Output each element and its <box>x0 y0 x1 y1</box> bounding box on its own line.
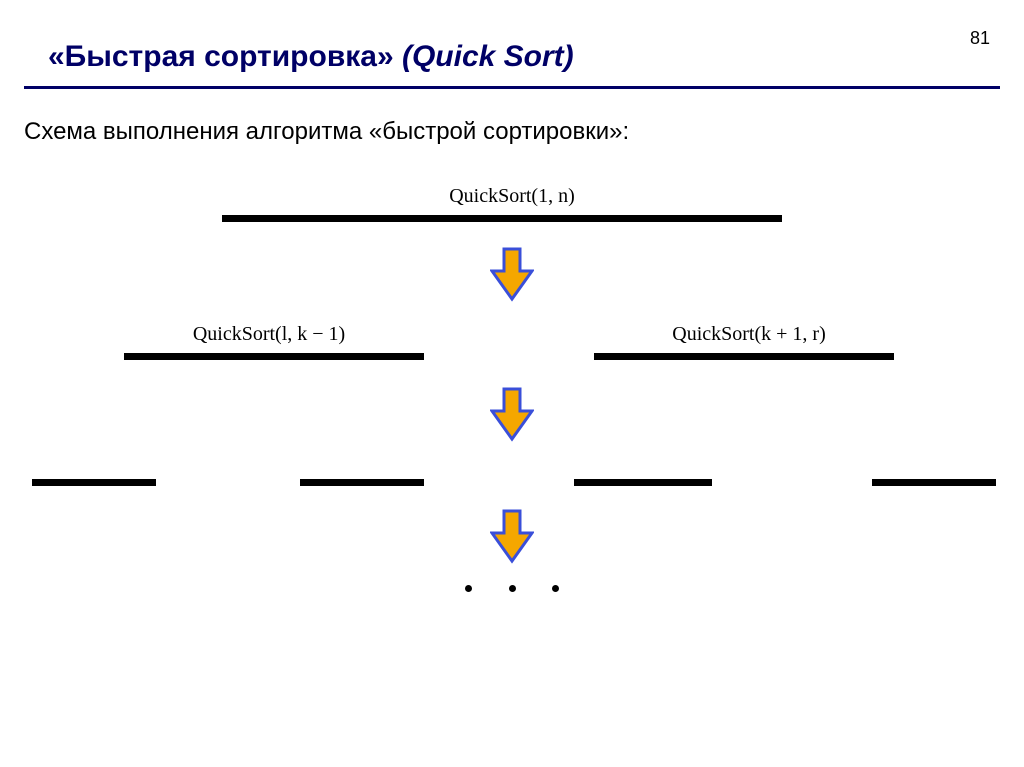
level3-segment-bar-1 <box>32 479 156 486</box>
title-italic-part: (Quick Sort) <box>402 40 574 73</box>
title-underline <box>24 86 1000 89</box>
down-arrow-icon <box>490 387 534 443</box>
arrow-level2-to-level3 <box>490 387 534 443</box>
level3-segment-bar-2 <box>300 479 424 486</box>
level3-segment-bar-4 <box>872 479 996 486</box>
level2-right-call-label: QuickSort(k + 1, r) <box>639 323 859 346</box>
level2-left-call-label: QuickSort(l, k − 1) <box>159 323 379 346</box>
arrow-shape <box>492 511 532 561</box>
dot-icon <box>465 585 472 592</box>
arrow-level3-to-continuation <box>490 509 534 565</box>
recursion-diagram: QuickSort(1, n) QuickSort(l, k − 1) Quic… <box>24 185 1000 677</box>
level1-segment-bar <box>222 215 782 222</box>
continuation-dots <box>24 579 1000 597</box>
dot-icon <box>509 585 516 592</box>
arrow-shape <box>492 389 532 439</box>
level3-segment-bar-3 <box>574 479 712 486</box>
level2-left-segment-bar <box>124 353 424 360</box>
title-bold-part: «Быстрая сортировка» <box>48 40 402 73</box>
level2-right-segment-bar <box>594 353 894 360</box>
slide-title: «Быстрая сортировка» (Quick Sort) <box>48 40 574 74</box>
level1-call-label: QuickSort(1, n) <box>24 185 1000 208</box>
page-number: 81 <box>970 28 990 49</box>
arrow-level1-to-level2 <box>490 247 534 303</box>
down-arrow-icon <box>490 247 534 303</box>
down-arrow-icon <box>490 509 534 565</box>
arrow-shape <box>492 249 532 299</box>
subtitle: Схема выполнения алгоритма «быстрой сорт… <box>24 118 629 146</box>
dot-icon <box>552 585 559 592</box>
